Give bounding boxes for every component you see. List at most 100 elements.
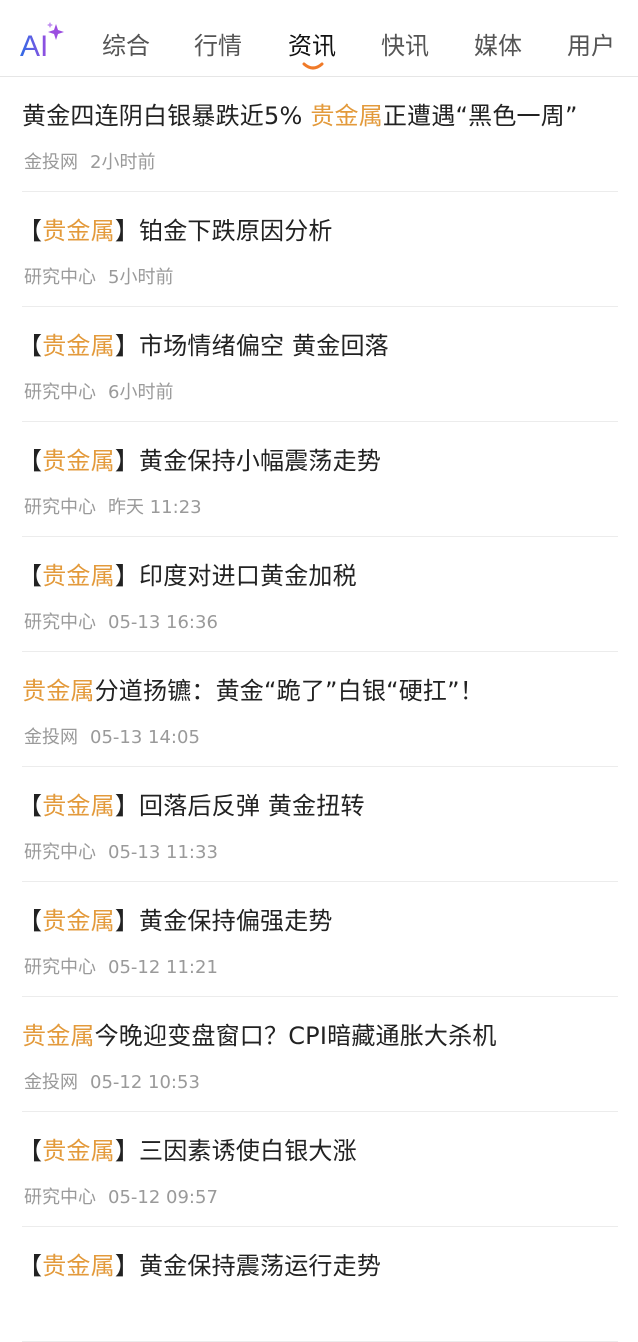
- news-source: 研究中心: [24, 267, 96, 288]
- news-title-text: 市场情绪偏空 黄金回落: [139, 332, 389, 360]
- bracket-close: 】: [114, 332, 140, 360]
- news-time: 05-13 14:05: [90, 727, 200, 748]
- bracket-open: 【: [22, 332, 42, 360]
- tab-5[interactable]: 用户: [567, 26, 615, 61]
- news-list: 黄金四连阴白银暴跌近5% 贵金属正遭遇“黑色一周”金投网2小时前【贵金属】铂金下…: [0, 77, 638, 1342]
- bracket-close: 】: [114, 1137, 140, 1165]
- category-tabs: 综合 行情 资讯 快讯 媒体 用户: [78, 0, 638, 76]
- news-title[interactable]: 贵金属今晚迎变盘窗口？CPI暗藏通胀大杀机: [22, 1021, 622, 1051]
- bracket-close: 】: [114, 1252, 140, 1280]
- news-title-highlight: 贵金属: [42, 907, 115, 935]
- news-item[interactable]: 【贵金属】铂金下跌原因分析研究中心 5小时前: [22, 192, 618, 307]
- news-title-highlight: 贵金属: [310, 102, 383, 130]
- ai-logo-icon[interactable]: AI: [20, 22, 64, 62]
- tab-3[interactable]: 快讯: [381, 26, 429, 61]
- bracket-open: 【: [22, 907, 42, 935]
- tab-0[interactable]: 综合: [102, 26, 150, 61]
- news-title-text: 铂金下跌原因分析: [139, 217, 333, 245]
- news-meta: 金投网 05-13 14:05: [24, 723, 200, 749]
- news-title-prefix: 黄金四连阴白银暴跌近5%: [22, 102, 311, 130]
- news-title-highlight: 贵金属: [42, 1137, 115, 1165]
- news-item[interactable]: 贵金属分道扬镳：黄金“跪了”白银“硬扛”！ 金投网 05-13 14:05: [22, 652, 618, 767]
- news-source: 研究中心: [24, 957, 96, 978]
- bracket-open: 【: [22, 562, 42, 590]
- tab-1[interactable]: 行情: [194, 26, 242, 61]
- news-title[interactable]: 【贵金属】黄金保持偏强走势: [22, 906, 622, 936]
- news-meta: 研究中心 05-12 09:57: [24, 1183, 218, 1209]
- news-item[interactable]: 【贵金属】黄金保持偏强走势研究中心 05-12 11:21: [22, 882, 618, 997]
- news-time: 5小时前: [108, 267, 174, 288]
- news-title-text: 黄金保持震荡运行走势: [139, 1252, 382, 1280]
- news-meta: 研究中心 05-13 16:36: [24, 608, 218, 634]
- news-source: 研究中心: [24, 842, 96, 863]
- news-item[interactable]: 【贵金属】市场情绪偏空 黄金回落研究中心 6小时前: [22, 307, 618, 422]
- news-title-highlight: 贵金属: [42, 447, 115, 475]
- news-time: 05-12 10:53: [90, 1072, 200, 1093]
- news-item[interactable]: 【贵金属】黄金保持震荡运行走势: [22, 1227, 618, 1342]
- svg-text:AI: AI: [20, 30, 48, 62]
- news-title-text: 分道扬镳：黄金“跪了”白银“硬扛”！: [94, 677, 484, 705]
- news-title[interactable]: 【贵金属】三因素诱使白银大涨: [22, 1136, 622, 1166]
- news-time: 05-12 11:21: [108, 957, 218, 978]
- news-meta: 研究中心 05-12 11:21: [24, 953, 218, 979]
- bracket-close: 】: [114, 217, 140, 245]
- news-source: 研究中心: [24, 497, 96, 518]
- bracket-open: 【: [22, 1137, 42, 1165]
- bracket-close: 】: [114, 562, 140, 590]
- news-title-text: 黄金保持偏强走势: [139, 907, 333, 935]
- news-title-highlight: 贵金属: [42, 332, 115, 360]
- news-title[interactable]: 贵金属分道扬镳：黄金“跪了”白银“硬扛”！: [22, 676, 622, 706]
- news-title-highlight: 贵金属: [42, 562, 115, 590]
- news-title-highlight: 贵金属: [42, 1252, 115, 1280]
- bracket-close: 】: [114, 907, 140, 935]
- news-title[interactable]: 【贵金属】黄金保持震荡运行走势: [22, 1251, 622, 1281]
- news-time: 05-13 11:33: [108, 842, 218, 863]
- news-time: 昨天 11:23: [108, 497, 202, 518]
- bracket-open: 【: [22, 447, 42, 475]
- news-item[interactable]: 【贵金属】三因素诱使白银大涨研究中心 05-12 09:57: [22, 1112, 618, 1227]
- bracket-open: 【: [22, 792, 42, 820]
- news-source: 金投网: [24, 152, 78, 173]
- news-time: 2小时前: [90, 152, 156, 173]
- news-title-text: 正遭遇“黑色一周”: [382, 102, 578, 130]
- news-meta: 研究中心 5小时前: [24, 263, 173, 289]
- news-item[interactable]: 贵金属今晚迎变盘窗口？CPI暗藏通胀大杀机金投网 05-12 10:53: [22, 997, 618, 1112]
- news-time: 05-13 16:36: [108, 612, 218, 633]
- news-title-highlight: 贵金属: [22, 677, 95, 705]
- news-item[interactable]: 【贵金属】黄金保持小幅震荡走势研究中心昨天 11:23: [22, 422, 618, 537]
- news-title[interactable]: 【贵金属】铂金下跌原因分析: [22, 216, 622, 246]
- news-title[interactable]: 【贵金属】黄金保持小幅震荡走势: [22, 446, 622, 476]
- news-title[interactable]: 【贵金属】印度对进口黄金加税: [22, 561, 622, 591]
- tab-2[interactable]: 资讯: [288, 26, 336, 61]
- news-title-text: 三因素诱使白银大涨: [139, 1137, 357, 1165]
- news-item[interactable]: 黄金四连阴白银暴跌近5% 贵金属正遭遇“黑色一周” 金投网 2小时前: [22, 77, 618, 192]
- news-item[interactable]: 【贵金属】印度对进口黄金加税研究中心 05-13 16:36: [22, 537, 618, 652]
- news-meta: 研究中心 昨天 11:23: [24, 493, 202, 519]
- news-title-text: 今晚迎变盘窗口？CPI暗藏通胀大杀机: [94, 1022, 497, 1050]
- bracket-close: 】: [114, 792, 140, 820]
- news-title-text: 印度对进口黄金加税: [139, 562, 357, 590]
- news-title-text: 回落后反弹 黄金扭转: [139, 792, 365, 820]
- news-source: 金投网: [24, 727, 78, 748]
- news-meta: 研究中心 05-13 11:33: [24, 838, 218, 864]
- bracket-open: 【: [22, 1252, 42, 1280]
- news-time: 6小时前: [108, 382, 174, 403]
- news-title-highlight: 贵金属: [42, 217, 115, 245]
- news-title[interactable]: 【贵金属】市场情绪偏空 黄金回落: [22, 331, 622, 361]
- news-meta: 研究中心 6小时前: [24, 378, 173, 404]
- news-title[interactable]: 【贵金属】回落后反弹 黄金扭转: [22, 791, 622, 821]
- news-source: 研究中心: [24, 382, 96, 403]
- news-meta: 金投网 2小时前: [24, 148, 155, 174]
- news-title[interactable]: 黄金四连阴白银暴跌近5% 贵金属正遭遇“黑色一周”: [22, 101, 622, 131]
- news-source: 金投网: [24, 1072, 78, 1093]
- news-title-highlight: 贵金属: [22, 1022, 95, 1050]
- tab-4[interactable]: 媒体: [474, 26, 522, 61]
- active-tab-indicator-icon: [302, 62, 324, 70]
- top-bar: AI 综合 行情 资讯 快讯 媒体 用户: [0, 0, 638, 77]
- news-source: 研究中心: [24, 612, 96, 633]
- news-item[interactable]: 【贵金属】回落后反弹 黄金扭转研究中心 05-13 11:33: [22, 767, 618, 882]
- news-source: 研究中心: [24, 1187, 96, 1208]
- bracket-open: 【: [22, 217, 42, 245]
- news-title-highlight: 贵金属: [42, 792, 115, 820]
- news-title-text: 黄金保持小幅震荡走势: [139, 447, 382, 475]
